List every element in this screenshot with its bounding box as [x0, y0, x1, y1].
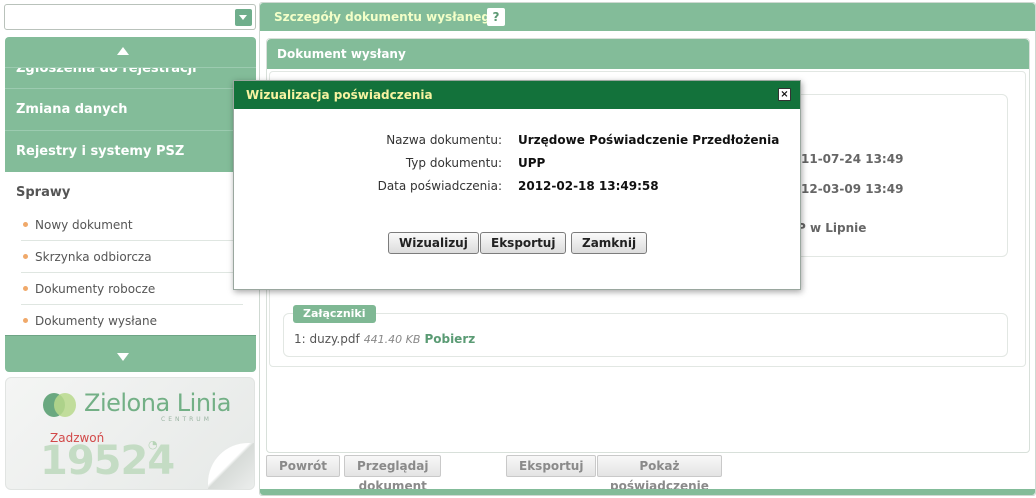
- field-value: 2012-02-18 13:49:58: [518, 179, 659, 193]
- dialog-title: Wizualizacja poświadczenia: [246, 88, 433, 102]
- back-button[interactable]: Powrót: [266, 455, 341, 477]
- triangle-down-icon: [117, 353, 129, 361]
- search-combo[interactable]: [4, 4, 256, 30]
- recipient-partial: P w Lipnie: [797, 221, 867, 235]
- sidebar-section-title: Sprawy: [16, 185, 71, 200]
- attachment-size: 441.40 KB: [363, 333, 421, 346]
- search-input[interactable]: [5, 5, 233, 29]
- sidebar-item-label: Dokumenty wysłane: [35, 314, 157, 328]
- sidebar-group-label: Rejestry i systemy PSZ: [16, 144, 185, 159]
- sidebar-group-data-change[interactable]: Zmiana danych: [5, 88, 256, 130]
- scroll-up-button[interactable]: [5, 37, 256, 67]
- triangle-up-icon: [117, 47, 129, 55]
- help-icon[interactable]: ?: [487, 8, 505, 26]
- attachments-label: Załączniki: [293, 305, 376, 323]
- trademark-icon: ◔: [148, 438, 158, 451]
- document-header: Dokument wysłany: [267, 39, 1029, 69]
- page-title: Szczegóły dokumentu wysłanego: [274, 10, 499, 24]
- send-date-partial: 11-07-24 13:49: [801, 152, 904, 166]
- sidebar-group-registration[interactable]: Zgłoszenia do rejestracji: [5, 67, 256, 88]
- sidebar-item-label: Dokumenty robocze: [35, 282, 156, 296]
- sidebar-item-label: Nowy dokument: [35, 218, 133, 232]
- field-value: Urzędowe Poświadczenie Przedłożenia: [518, 133, 780, 147]
- browse-document-button[interactable]: Przeglądaj dokument: [344, 455, 442, 493]
- sidebar-nav: Zgłoszenia do rejestracji Zmiana danych …: [5, 37, 256, 372]
- sidebar-group-label: Zmiana danych: [16, 102, 128, 117]
- sidebar-item-new-document[interactable]: Nowy dokument: [21, 209, 243, 241]
- logo-subtitle: CENTRUM: [161, 416, 212, 423]
- logo-text: Zielona Linia: [84, 389, 231, 417]
- main-footer: [260, 489, 1035, 495]
- chevron-down-icon[interactable]: [235, 9, 252, 26]
- dialog-export-button[interactable]: Eksportuj: [480, 232, 567, 254]
- logo-icon: [43, 393, 76, 417]
- sidebar-item-sent[interactable]: Dokumenty wysłane: [21, 305, 243, 337]
- close-button[interactable]: Zamknij: [571, 232, 648, 254]
- attachment-name: 1: duzy.pdf: [294, 332, 360, 346]
- attachment-row: 1: duzy.pdf 441.40 KB Pobierz: [294, 332, 475, 346]
- received-date-partial: 12-03-09 13:49: [801, 182, 904, 196]
- field-label: Typ dokumentu:: [405, 156, 502, 170]
- document-title: Dokument wysłany: [277, 47, 406, 61]
- certificate-visualization-dialog: Wizualizacja poświadczenia × Nazwa dokum…: [233, 80, 801, 290]
- sidebar-item-label: Skrzynka odbiorcza: [35, 250, 152, 264]
- close-icon[interactable]: ×: [778, 88, 791, 101]
- export-button[interactable]: Eksportuj: [506, 455, 597, 477]
- sidebar-item-inbox[interactable]: Skrzynka odbiorcza: [21, 241, 243, 273]
- field-label: Data poświadczenia:: [377, 179, 502, 193]
- helpline-banner[interactable]: Zielona Linia CENTRUM Zadzwoń 19524 ◔: [5, 377, 255, 490]
- page-curl: [208, 443, 254, 489]
- sidebar-group-registers[interactable]: Rejestry i systemy PSZ: [5, 130, 256, 172]
- scroll-down-button[interactable]: [5, 335, 256, 372]
- download-link[interactable]: Pobierz: [424, 332, 475, 346]
- sidebar-item-drafts[interactable]: Dokumenty robocze: [21, 273, 243, 305]
- show-certificate-button[interactable]: Pokaż poświadczenie przedłożenia: [597, 455, 722, 493]
- visualize-button[interactable]: Wizualizuj: [388, 232, 479, 254]
- field-label: Nazwa dokumentu:: [386, 133, 502, 147]
- dialog-header: Wizualizacja poświadczenia ×: [234, 81, 800, 109]
- field-value: UPP: [518, 156, 546, 170]
- sidebar-group-label: Zgłoszenia do rejestracji: [16, 67, 197, 76]
- main-header: Szczegóły dokumentu wysłanego ?: [260, 3, 1035, 31]
